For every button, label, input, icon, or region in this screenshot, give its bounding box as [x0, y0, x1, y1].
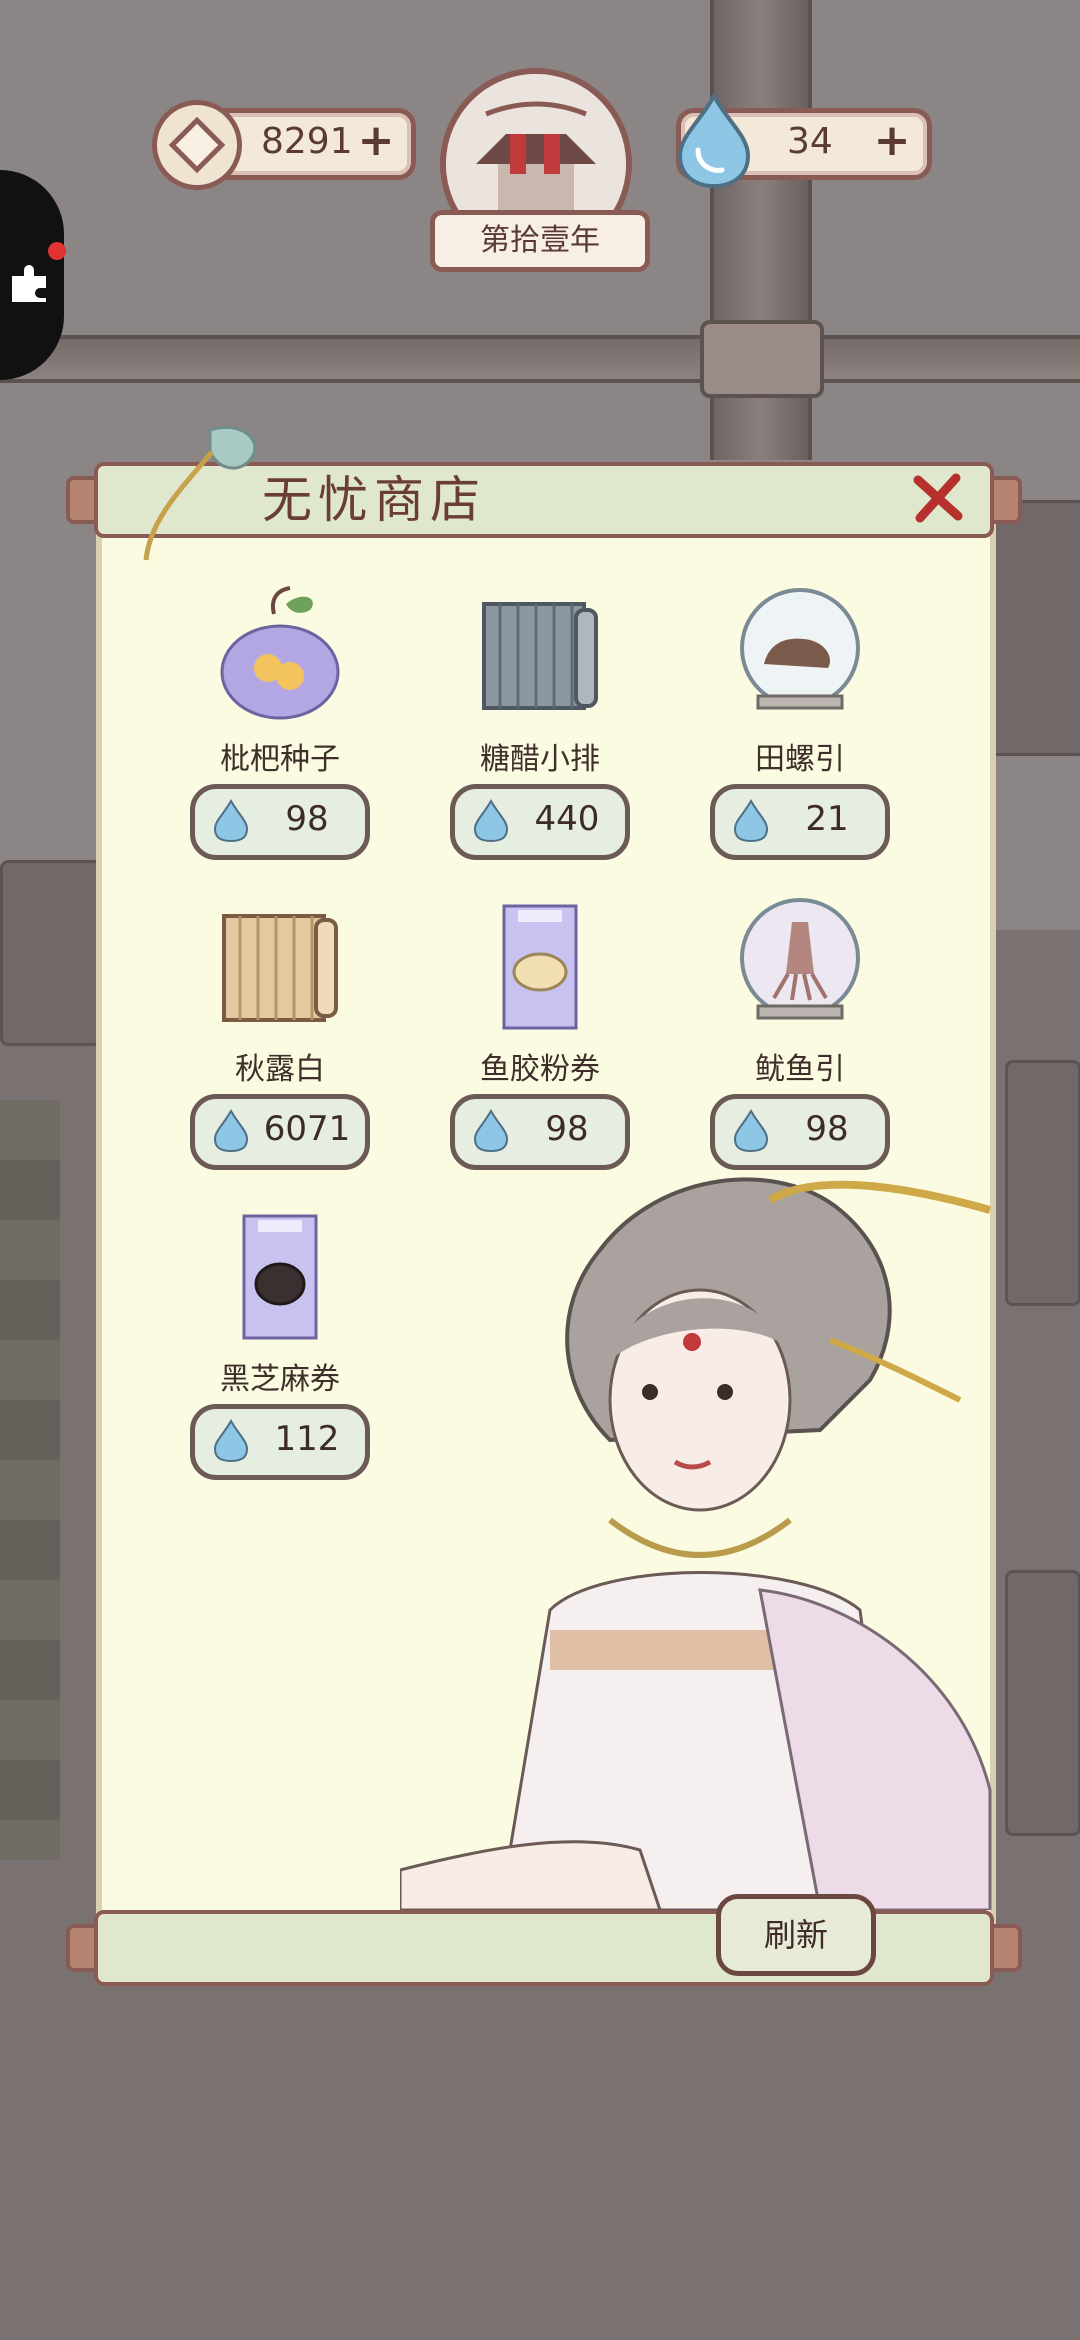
left-cabinet [0, 860, 102, 1046]
price-value: 6071 [263, 1109, 351, 1149]
item-name: 鱼胶粉券 [480, 1052, 600, 1087]
price-button[interactable]: 98 [190, 784, 370, 860]
right-hanging-scroll [990, 500, 1080, 756]
shopkeeper-portrait [400, 1177, 992, 1910]
item-name: 枇杷种子 [220, 742, 340, 777]
price-value: 98 [545, 1109, 589, 1149]
refresh-button[interactable]: 刷新 [716, 1894, 876, 1976]
coin-value: 8291 [261, 121, 353, 162]
squid-jar-icon [740, 898, 860, 1020]
water-drop-icon [733, 799, 769, 843]
notification-dot [48, 242, 66, 260]
year-label: 第拾壹年 [430, 210, 650, 272]
water-drop-icon [213, 1419, 249, 1463]
price-value: 98 [805, 1109, 849, 1149]
beam-ornament [700, 320, 824, 398]
right-shelf-upper [1005, 1060, 1080, 1306]
right-shelf-lower [1005, 1570, 1080, 1836]
water-value: 34 [787, 121, 833, 162]
water-drop-icon [213, 799, 249, 843]
add-water-icon[interactable]: + [871, 119, 913, 163]
shop-item-squid[interactable]: 鱿鱼引 98 [700, 894, 900, 1184]
loquat-seed-bag-icon [220, 586, 340, 720]
price-button[interactable]: 440 [450, 784, 630, 860]
water-drop-icon [473, 799, 509, 843]
shop-item-fish-gelatin[interactable]: 鱼胶粉券 98 [440, 894, 640, 1184]
price-button[interactable]: 98 [710, 1094, 890, 1170]
water-drop-icon [213, 1109, 249, 1153]
item-name: 秋露白 [235, 1052, 325, 1087]
price-button[interactable]: 6071 [190, 1094, 370, 1170]
shop-item-black-sesame[interactable]: 黑芝麻券 112 [180, 1204, 380, 1494]
water-drop-icon [677, 92, 751, 189]
shop-item-snail[interactable]: 田螺引 21 [700, 584, 900, 874]
price-value: 21 [805, 799, 849, 839]
left-rock-decor [0, 1100, 60, 1860]
fish-gelatin-ticket-icon [502, 904, 578, 1030]
price-button[interactable]: 98 [450, 1094, 630, 1170]
water-drop-icon [733, 1109, 769, 1153]
item-name: 鱿鱼引 [755, 1052, 845, 1087]
price-value: 440 [534, 799, 600, 839]
item-name: 田螺引 [755, 742, 845, 777]
price-button[interactable]: 112 [190, 1404, 370, 1480]
item-name: 黑芝麻券 [220, 1362, 340, 1397]
price-value: 112 [274, 1419, 340, 1459]
price-button[interactable]: 21 [710, 784, 890, 860]
close-icon[interactable] [910, 470, 966, 526]
shop-item-loquat-seed[interactable]: 枇杷种子 98 [180, 584, 380, 874]
add-coins-icon[interactable]: + [355, 119, 397, 163]
wooden-beam [0, 335, 1080, 383]
coin-icon [152, 100, 242, 190]
puzzle-icon[interactable] [8, 262, 52, 306]
ginkgo-leaf-icon [143, 425, 257, 561]
price-value: 98 [285, 799, 329, 839]
wine-scroll-icon [222, 914, 338, 1022]
item-name: 糖醋小排 [480, 742, 600, 777]
water-drop-icon [473, 1109, 509, 1153]
snail-jar-icon [740, 588, 860, 710]
shop-item-sweet-sour-ribs[interactable]: 糖醋小排 440 [440, 584, 640, 874]
black-sesame-ticket-icon [242, 1214, 318, 1340]
shop-item-autumn-dew[interactable]: 秋露白 6071 [180, 894, 380, 1184]
shop-title: 无忧商店 [262, 471, 486, 529]
recipe-scroll-icon [482, 602, 598, 710]
